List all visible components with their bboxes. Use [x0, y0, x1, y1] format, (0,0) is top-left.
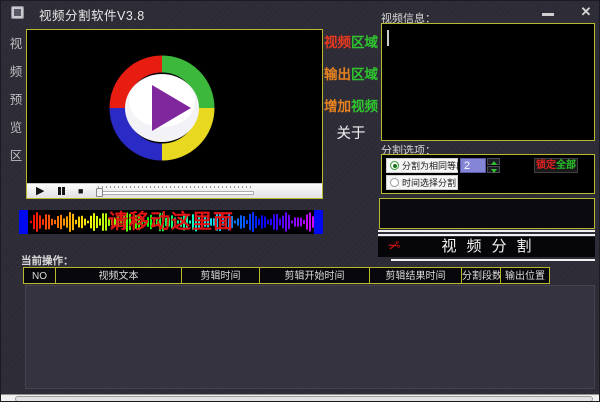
horizontal-scrollbar[interactable] — [1, 394, 599, 401]
separator-line — [378, 230, 595, 232]
menu-item-output-area[interactable]: 输出区域 — [319, 63, 383, 82]
pause-button[interactable] — [58, 187, 65, 195]
stepper-up-button[interactable] — [487, 158, 500, 165]
minimize-icon — [542, 13, 554, 16]
menu-item-about[interactable]: 关于 — [319, 122, 383, 142]
play-button[interactable]: ▶ — [36, 184, 44, 198]
segment-count-value[interactable]: 2 — [460, 158, 486, 173]
col-header-no[interactable]: NO — [23, 267, 56, 284]
separator-line — [391, 259, 595, 261]
col-header-video-text[interactable]: 视频文本 — [55, 267, 182, 284]
player-control-bar: ▶ ■ — [27, 183, 322, 198]
radio-equal-segments[interactable]: 分割为相同等段 — [386, 158, 465, 173]
slider-groove — [98, 191, 254, 195]
video-preview-panel: ▶ ■ — [26, 29, 323, 199]
col-header-clip-result[interactable]: 剪辑结果时间 — [369, 267, 462, 284]
segment-count-stepper — [487, 158, 500, 173]
video-display[interactable] — [27, 30, 322, 183]
menu-item-video-area[interactable]: 视频区域 — [319, 31, 383, 50]
col-header-clip-start[interactable]: 剪辑开始时间 — [259, 267, 370, 284]
lock-all-button[interactable]: 锁定全部 — [534, 158, 578, 173]
window-title: 视频分割软件V3.8 — [39, 9, 145, 23]
current-operation-label: 当前操作： — [21, 255, 74, 267]
stop-button[interactable]: ■ — [78, 184, 83, 198]
preview-area-vertical-label: 视 频 预 览 区 — [9, 37, 23, 163]
video-split-button-label: 视频分割 — [441, 238, 542, 255]
split-options-box: 分割为相同等段 2 锁定全部 时间选择分割 — [381, 154, 595, 194]
separator-line — [378, 234, 595, 236]
col-header-clip-time[interactable]: 剪辑时间 — [181, 267, 260, 284]
col-header-segments[interactable]: 分割段数 — [461, 267, 501, 284]
video-split-button[interactable]: ✂ 视频分割 — [378, 236, 595, 257]
radio-equal-dot — [390, 161, 399, 170]
drag-hint-text: 请移动这里面 — [108, 211, 234, 233]
col-header-output-path[interactable]: 输出位置 — [500, 267, 550, 284]
radio-time-select[interactable]: 时间选择分割 — [386, 175, 458, 190]
operations-table-header: NO 视频文本 剪辑时间 剪辑开始时间 剪辑结果时间 分割段数 输出位置 — [23, 267, 550, 284]
scrollbar-thumb[interactable] — [15, 396, 593, 401]
close-button[interactable]: ✕ — [575, 3, 597, 21]
seek-slider[interactable] — [96, 185, 254, 198]
secondary-info-box[interactable] — [379, 198, 595, 229]
operations-list-panel[interactable] — [25, 285, 595, 389]
media-player-logo — [109, 55, 215, 161]
text-cursor — [387, 30, 389, 46]
stepper-down-button[interactable] — [487, 166, 500, 173]
waveform-drop-bar[interactable]: 请移动这里面 — [19, 210, 323, 234]
slider-thumb[interactable] — [96, 188, 103, 197]
radio-time-dot — [390, 178, 399, 187]
minimize-button[interactable] — [537, 3, 559, 21]
app-window: 视频分割软件V3.8 ✕ 视 频 预 览 区 ▶ ■ 请移动这里面 视频区域 输… — [0, 0, 600, 402]
app-icon — [11, 6, 24, 19]
slider-ticks — [98, 186, 252, 188]
video-info-box[interactable] — [381, 23, 595, 141]
menu-item-add-video[interactable]: 增加视频 — [319, 95, 383, 114]
